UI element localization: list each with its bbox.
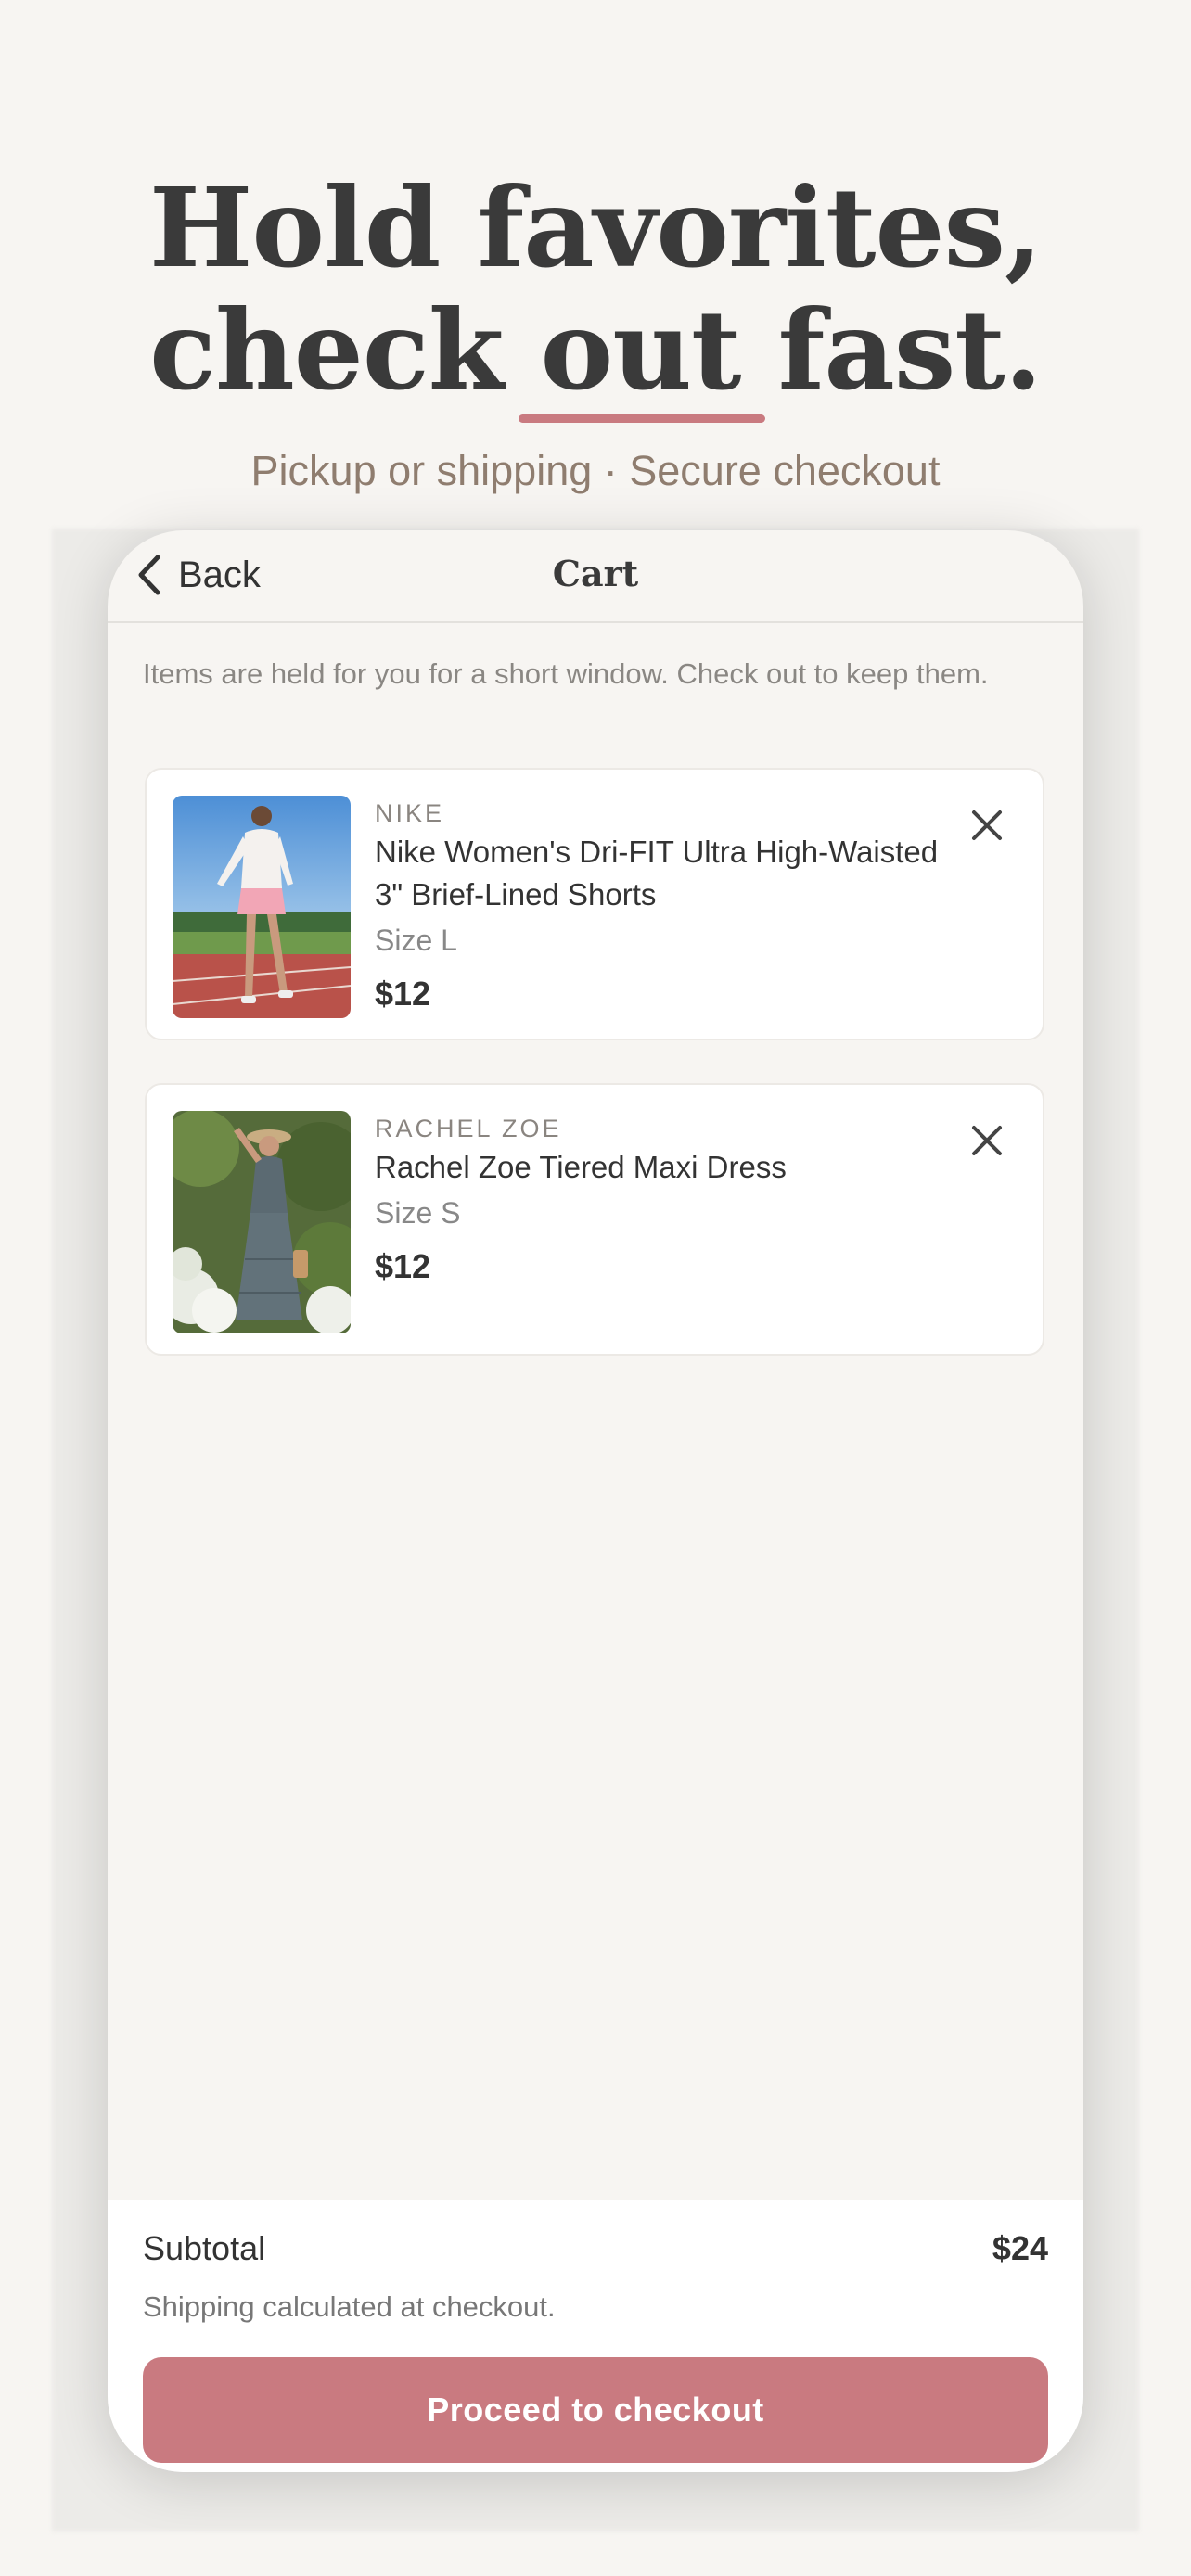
product-size: Size L: [375, 924, 457, 957]
product-details: RACHEL ZOE Rachel Zoe Tiered Maxi Dress …: [375, 1111, 950, 1289]
product-price: $12: [375, 1247, 431, 1285]
product-thumbnail[interactable]: [173, 796, 351, 1018]
page-title: Cart: [552, 553, 639, 594]
subtotal-label: Subtotal: [143, 2229, 266, 2267]
headline-underlined-word: out: [518, 286, 765, 423]
product-size: Size S: [375, 1196, 461, 1230]
product-brand: RACHEL ZOE: [375, 1115, 562, 1142]
proceed-to-checkout-button[interactable]: Proceed to checkout: [143, 2357, 1048, 2463]
checkout-footer: Subtotal $24 Shipping calculated at chec…: [108, 2200, 1083, 2472]
product-brand: NIKE: [375, 799, 445, 827]
product-name[interactable]: Nike Women's Dri-FIT Ultra High-Waisted …: [375, 831, 950, 916]
marketing-subtitle: Pickup or shipping · Secure checkout: [250, 447, 941, 494]
phone-screen: Back Cart Items are held for you for a s…: [108, 530, 1083, 2472]
hold-notice: Items are held for you for a short windo…: [143, 657, 989, 690]
remove-item-close-icon[interactable]: [967, 1120, 1007, 1161]
product-image-dress: [173, 1111, 351, 1333]
headline-text-post: fast.: [740, 286, 1043, 414]
product-thumbnail[interactable]: [173, 1111, 351, 1333]
cart-item[interactable]: NIKE Nike Women's Dri-FIT Ultra High-Wai…: [145, 768, 1044, 1040]
headline-line-2: check out fast.: [0, 286, 1191, 423]
headline-line-1: Hold favorites,: [148, 163, 1043, 292]
headline-text-pre: check: [149, 286, 541, 414]
product-image-shorts: [173, 796, 351, 1018]
product-price: $12: [375, 975, 431, 1013]
remove-item-close-icon[interactable]: [967, 805, 1007, 846]
subtotal-value: $24: [992, 2229, 1048, 2267]
shipping-note: Shipping calculated at checkout.: [143, 2290, 556, 2323]
cart-item[interactable]: RACHEL ZOE Rachel Zoe Tiered Maxi Dress …: [145, 1083, 1044, 1356]
product-name[interactable]: Rachel Zoe Tiered Maxi Dress: [375, 1146, 950, 1189]
top-navigation-bar: Back Cart: [108, 530, 1083, 623]
product-details: NIKE Nike Women's Dri-FIT Ultra High-Wai…: [375, 796, 950, 1016]
marketing-headline: Hold favorites, check out fast.: [0, 163, 1191, 423]
